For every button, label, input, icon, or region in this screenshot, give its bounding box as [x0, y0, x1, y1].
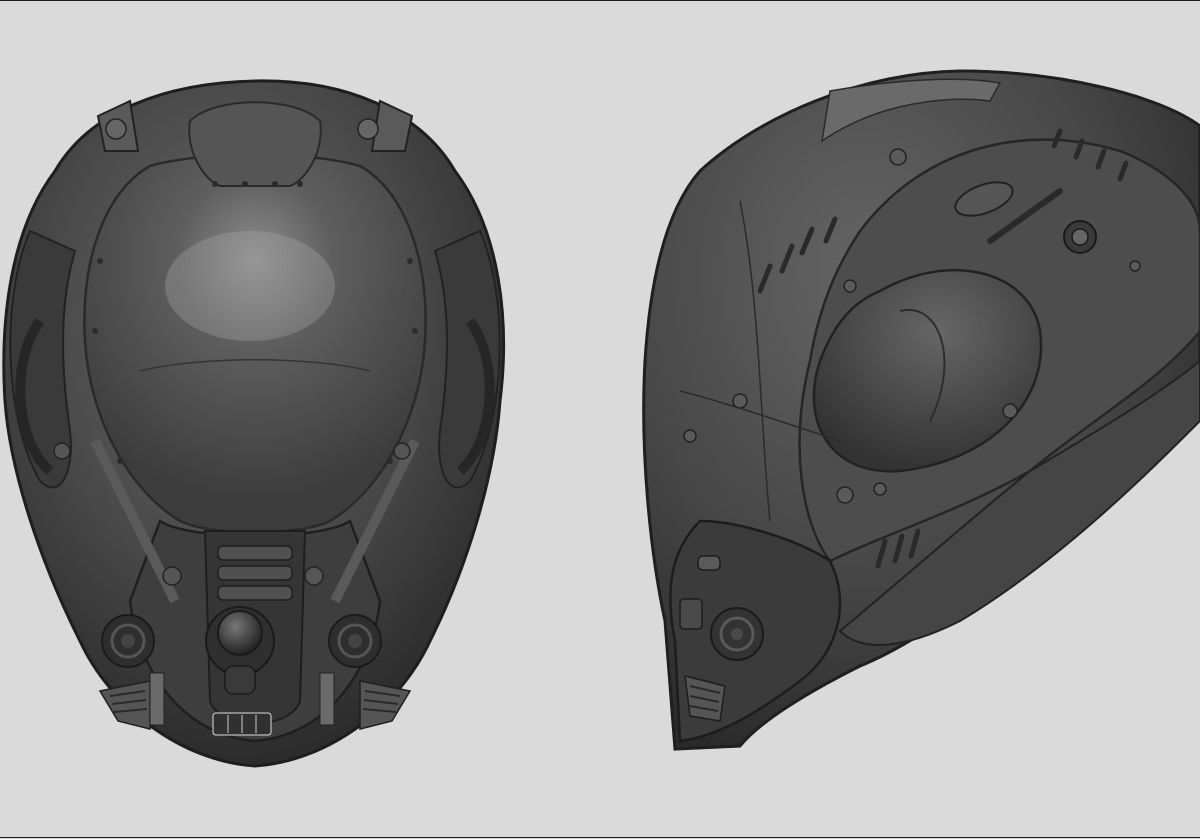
render-viewport: [0, 0, 1200, 838]
render-canvas: [2, 69, 1200, 768]
helmet-side-view: [642, 69, 1200, 751]
helmet-front-view: [2, 79, 506, 768]
